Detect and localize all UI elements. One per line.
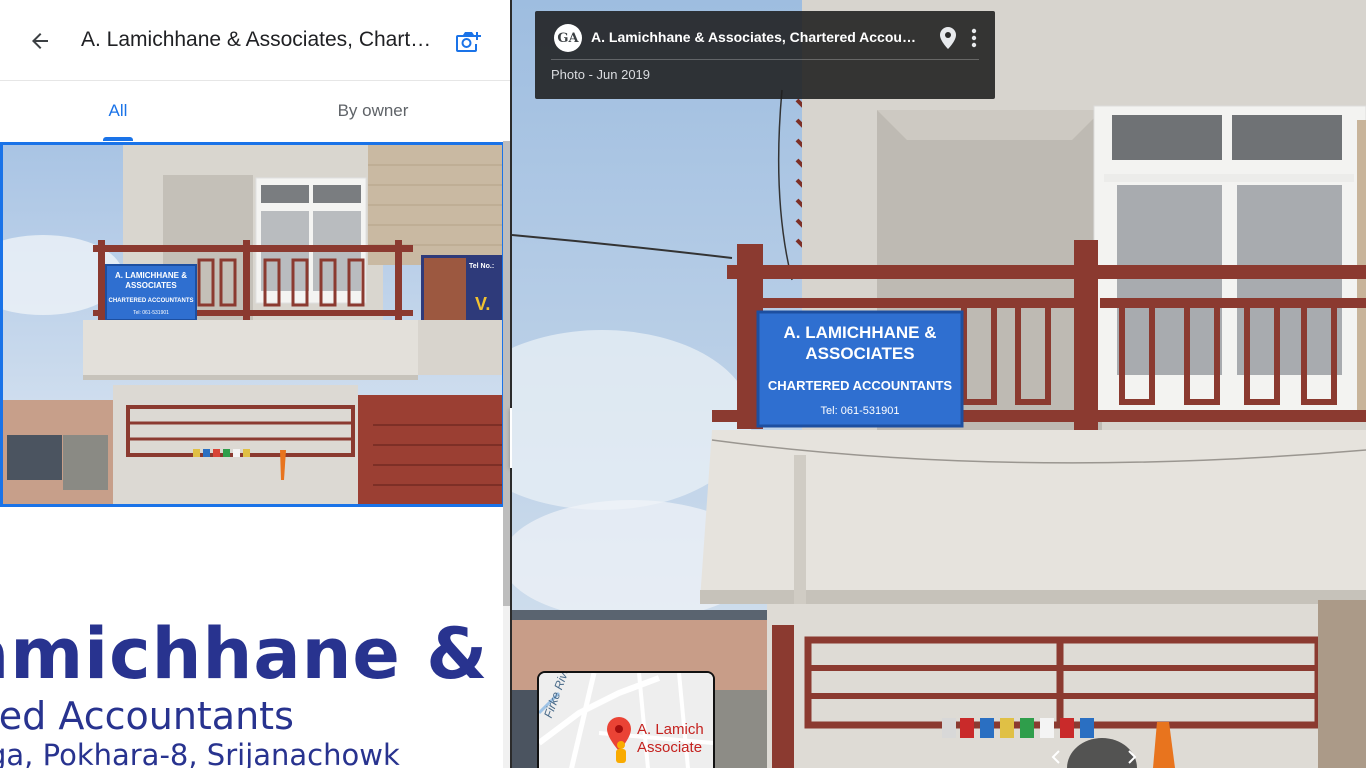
chevron-left-icon xyxy=(1051,750,1060,764)
panel-header: A. Lamichhane & Associates, Chartered Ac… xyxy=(0,0,510,81)
add-photo-button[interactable] xyxy=(452,24,486,58)
photo-thumbnail-selected[interactable]: A. LAMICHHANE & ASSOCIATES CHARTERED ACC… xyxy=(0,142,505,507)
storefront-thumbnail-image: A. LAMICHHANE & ASSOCIATES CHARTERED ACC… xyxy=(3,145,502,504)
next-photo-button[interactable] xyxy=(1120,745,1144,768)
sign-line2: ASSOCIATES xyxy=(805,344,914,363)
photo-viewer[interactable]: A. LAMICHHANE & ASSOCIATES CHARTERED ACC… xyxy=(512,0,1366,768)
neighbor-sign-letters: V. xyxy=(475,294,490,314)
map-place-label-line2: Associate xyxy=(637,739,703,756)
sign-line2: ASSOCIATES xyxy=(125,281,177,290)
map-marker-pegman-icon xyxy=(607,717,631,763)
photos-panel: A. Lamichhane & Associates, Chartered Ac… xyxy=(0,0,510,768)
storefront-photo-image: A. LAMICHHANE & ASSOCIATES CHARTERED ACC… xyxy=(512,0,1366,768)
chevron-right-icon xyxy=(1128,750,1137,764)
photo-info-card: GA A. Lamichhane & Associates, Chartered… xyxy=(535,11,995,99)
sign-line1: A. LAMICHHANE & xyxy=(784,323,937,342)
sign-phone: Tel: 061-531901 xyxy=(821,405,900,417)
contributor-avatar[interactable]: GA xyxy=(554,24,582,52)
photo-filter-tabs: All By owner xyxy=(0,81,510,141)
sign-line3: CHARTERED ACCOUNTANTS xyxy=(768,378,952,393)
sign-line3: CHARTERED ACCOUNTANTS xyxy=(109,298,194,304)
mini-map[interactable]: Firke River A. Lamich Associate xyxy=(537,671,715,768)
map-place-label: A. Lamich Associate xyxy=(637,721,704,757)
location-pin-icon xyxy=(940,27,956,49)
business-logo-photo[interactable]: amichhane & Ass red Accountants ga, Pokh… xyxy=(0,508,503,768)
photo-date: Photo - Jun 2019 xyxy=(551,67,651,82)
sign-phone: Tel: 061-531901 xyxy=(133,310,169,316)
location-button[interactable] xyxy=(937,25,959,51)
previous-photo-button[interactable] xyxy=(1044,745,1068,768)
card-separator xyxy=(551,59,979,60)
panel-title: A. Lamichhane & Associates, Chartered Ac… xyxy=(81,28,441,51)
more-options-button[interactable] xyxy=(965,25,983,51)
sign-line1: A. LAMICHHANE & xyxy=(115,271,187,280)
tab-all[interactable]: All xyxy=(78,81,158,141)
photo-title[interactable]: A. Lamichhane & Associates, Chartered Ac… xyxy=(591,29,916,45)
logo-address: ga, Pokhara-8, Srijanachowk xyxy=(0,738,400,768)
logo-business-name: amichhane & Ass xyxy=(0,613,503,695)
map-place-label-line1: A. Lamich xyxy=(637,721,704,738)
more-vert-icon xyxy=(971,28,977,48)
active-tab-indicator xyxy=(103,137,133,141)
add-photo-camera-icon xyxy=(456,32,481,52)
scrollbar-thumb[interactable] xyxy=(503,141,510,606)
tab-by-owner[interactable]: By owner xyxy=(312,81,434,141)
back-button[interactable] xyxy=(22,23,58,59)
arrow-back-icon xyxy=(32,33,48,49)
neighbor-sign-label: Tel No.: xyxy=(469,263,494,270)
logo-subtitle: red Accountants xyxy=(0,694,294,738)
